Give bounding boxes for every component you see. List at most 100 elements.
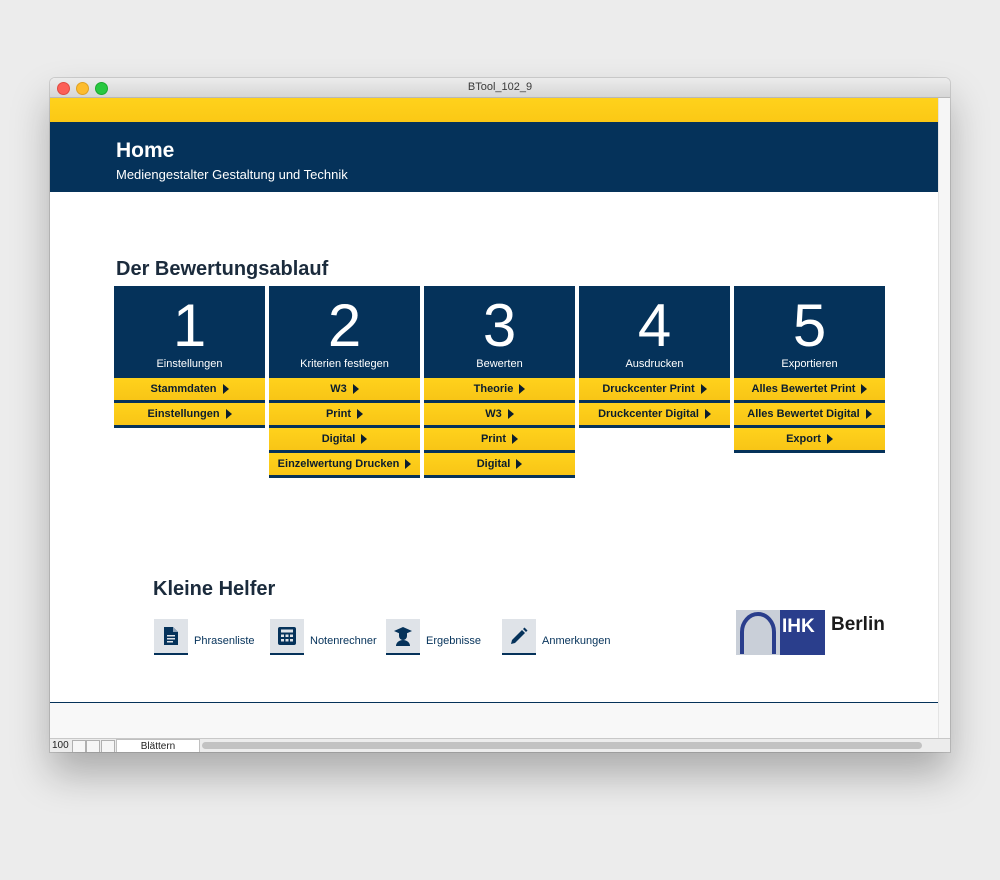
step-1: 1 Einstellungen Stammdaten Einstellungen (114, 286, 265, 428)
button-label: Einstellungen (147, 408, 220, 420)
button-label: Alles Bewertet Digital (747, 408, 860, 420)
ihk-city: Berlin (831, 613, 885, 635)
window-title: BTool_102_9 (467, 81, 533, 93)
play-arrow-icon (861, 384, 868, 394)
anmerkungen-button[interactable]: Anmerkungen (502, 619, 611, 655)
title-bar: BTool_102_9 (50, 78, 950, 98)
button-label: Einzelwertung Drucken (277, 458, 400, 470)
helper-label: Ergebnisse (426, 635, 482, 647)
einstellungen-button[interactable]: Einstellungen (114, 403, 265, 428)
druckcenter-print-button[interactable]: Druckcenter Print (579, 378, 730, 403)
theorie-button[interactable]: Theorie (424, 378, 575, 403)
status-bar: 100 Blättern (50, 738, 950, 752)
ihk-text: IHK (782, 616, 815, 637)
button-label: Digital (321, 433, 356, 445)
zoom-in-button[interactable] (86, 740, 100, 752)
toolbar-toggle-button[interactable] (101, 740, 115, 752)
helper-label: Anmerkungen (542, 635, 611, 647)
button-label: Druckcenter Print (602, 383, 695, 395)
stammdaten-button[interactable]: Stammdaten (114, 378, 265, 403)
page-header: Home Mediengestalter Gestaltung und Tech… (50, 122, 938, 192)
criteria-digital-button[interactable]: Digital (269, 428, 420, 453)
evaluate-print-button[interactable]: Print (424, 428, 575, 453)
vertical-scrollbar[interactable] (938, 98, 950, 738)
step-label: Exportieren (781, 358, 838, 370)
ihk-logo-mark: IHK (736, 610, 825, 655)
document-icon (154, 619, 188, 655)
calculator-icon (270, 619, 304, 655)
page-subtitle: Mediengestalter Gestaltung und Technik (116, 167, 348, 182)
einzelwertung-drucken-button[interactable]: Einzelwertung Drucken (269, 453, 420, 478)
step-5: 5 Exportieren Alles Bewertet Print Alles… (734, 286, 885, 453)
button-label: Stammdaten (150, 383, 217, 395)
button-label: Druckcenter Digital (598, 408, 699, 420)
play-arrow-icon (516, 459, 523, 469)
export-button[interactable]: Export (734, 428, 885, 453)
step-label: Bewerten (476, 358, 523, 370)
app-window: BTool_102_9 Home Mediengestalter Gestalt… (50, 78, 950, 752)
phrasenliste-button[interactable]: Phrasenliste (154, 619, 255, 655)
evaluate-digital-button[interactable]: Digital (424, 453, 575, 478)
step-3-box: 3 Bewerten (424, 286, 575, 378)
top-accent-bar (50, 98, 938, 122)
alles-bewertet-digital-button[interactable]: Alles Bewertet Digital (734, 403, 885, 428)
button-label: Print (480, 433, 507, 445)
step-1-box: 1 Einstellungen (114, 286, 265, 378)
button-label: W3 (485, 408, 502, 420)
step-2: 2 Kriterien festlegen W3 Print Digital E… (269, 286, 420, 478)
alles-bewertet-print-button[interactable]: Alles Bewertet Print (734, 378, 885, 403)
zoom-level[interactable]: 100 (52, 740, 69, 751)
button-label: W3 (330, 383, 347, 395)
pencil-icon (502, 619, 536, 655)
criteria-w3-button[interactable]: W3 (269, 378, 420, 403)
play-arrow-icon (225, 409, 232, 419)
play-arrow-icon (704, 409, 711, 419)
play-arrow-icon (361, 434, 368, 444)
helpers-title: Kleine Helfer (153, 578, 276, 600)
play-arrow-icon (700, 384, 707, 394)
play-arrow-icon (865, 409, 872, 419)
step-number: 3 (482, 292, 517, 359)
step-number: 2 (327, 292, 362, 359)
criteria-print-button[interactable]: Print (269, 403, 420, 428)
step-3: 3 Bewerten Theorie W3 Print Digital (424, 286, 575, 478)
zoom-out-button[interactable] (72, 740, 86, 752)
step-number: 1 (172, 292, 207, 359)
play-arrow-icon (222, 384, 229, 394)
play-arrow-icon (405, 459, 412, 469)
layout-content: Home Mediengestalter Gestaltung und Tech… (50, 98, 938, 738)
graduate-icon (386, 619, 420, 655)
button-label: Alles Bewertet Print (751, 383, 856, 395)
page-title: Home (116, 139, 175, 162)
step-2-box: 2 Kriterien festlegen (269, 286, 420, 378)
button-label: Theorie (473, 383, 514, 395)
step-label: Einstellungen (156, 358, 223, 370)
helper-label: Phrasenliste (194, 635, 255, 647)
helper-label: Notenrechner (310, 635, 377, 647)
play-arrow-icon (826, 434, 833, 444)
play-arrow-icon (357, 409, 364, 419)
workflow-title: Der Bewertungsablauf (116, 258, 329, 280)
button-label: Digital (476, 458, 511, 470)
notenrechner-button[interactable]: Notenrechner (270, 619, 377, 655)
play-arrow-icon (512, 434, 519, 444)
button-label: Print (325, 408, 352, 420)
step-number: 4 (637, 292, 672, 359)
play-arrow-icon (507, 409, 514, 419)
play-arrow-icon (352, 384, 359, 394)
footer-area (50, 703, 938, 738)
mode-selector[interactable]: Blättern (116, 739, 200, 752)
step-label: Ausdrucken (625, 358, 684, 370)
step-4-box: 4 Ausdrucken (579, 286, 730, 378)
ihk-logo: IHK Berlin (736, 610, 885, 655)
ergebnisse-button[interactable]: Ergebnisse (386, 619, 481, 655)
evaluate-w3-button[interactable]: W3 (424, 403, 575, 428)
druckcenter-digital-button[interactable]: Druckcenter Digital (579, 403, 730, 428)
step-5-box: 5 Exportieren (734, 286, 885, 378)
step-4: 4 Ausdrucken Druckcenter Print Druckcent… (579, 286, 730, 428)
button-label: Export (786, 433, 821, 445)
horizontal-scrollbar[interactable] (202, 742, 922, 749)
play-arrow-icon (519, 384, 526, 394)
step-label: Kriterien festlegen (300, 358, 389, 370)
step-number: 5 (792, 292, 827, 359)
